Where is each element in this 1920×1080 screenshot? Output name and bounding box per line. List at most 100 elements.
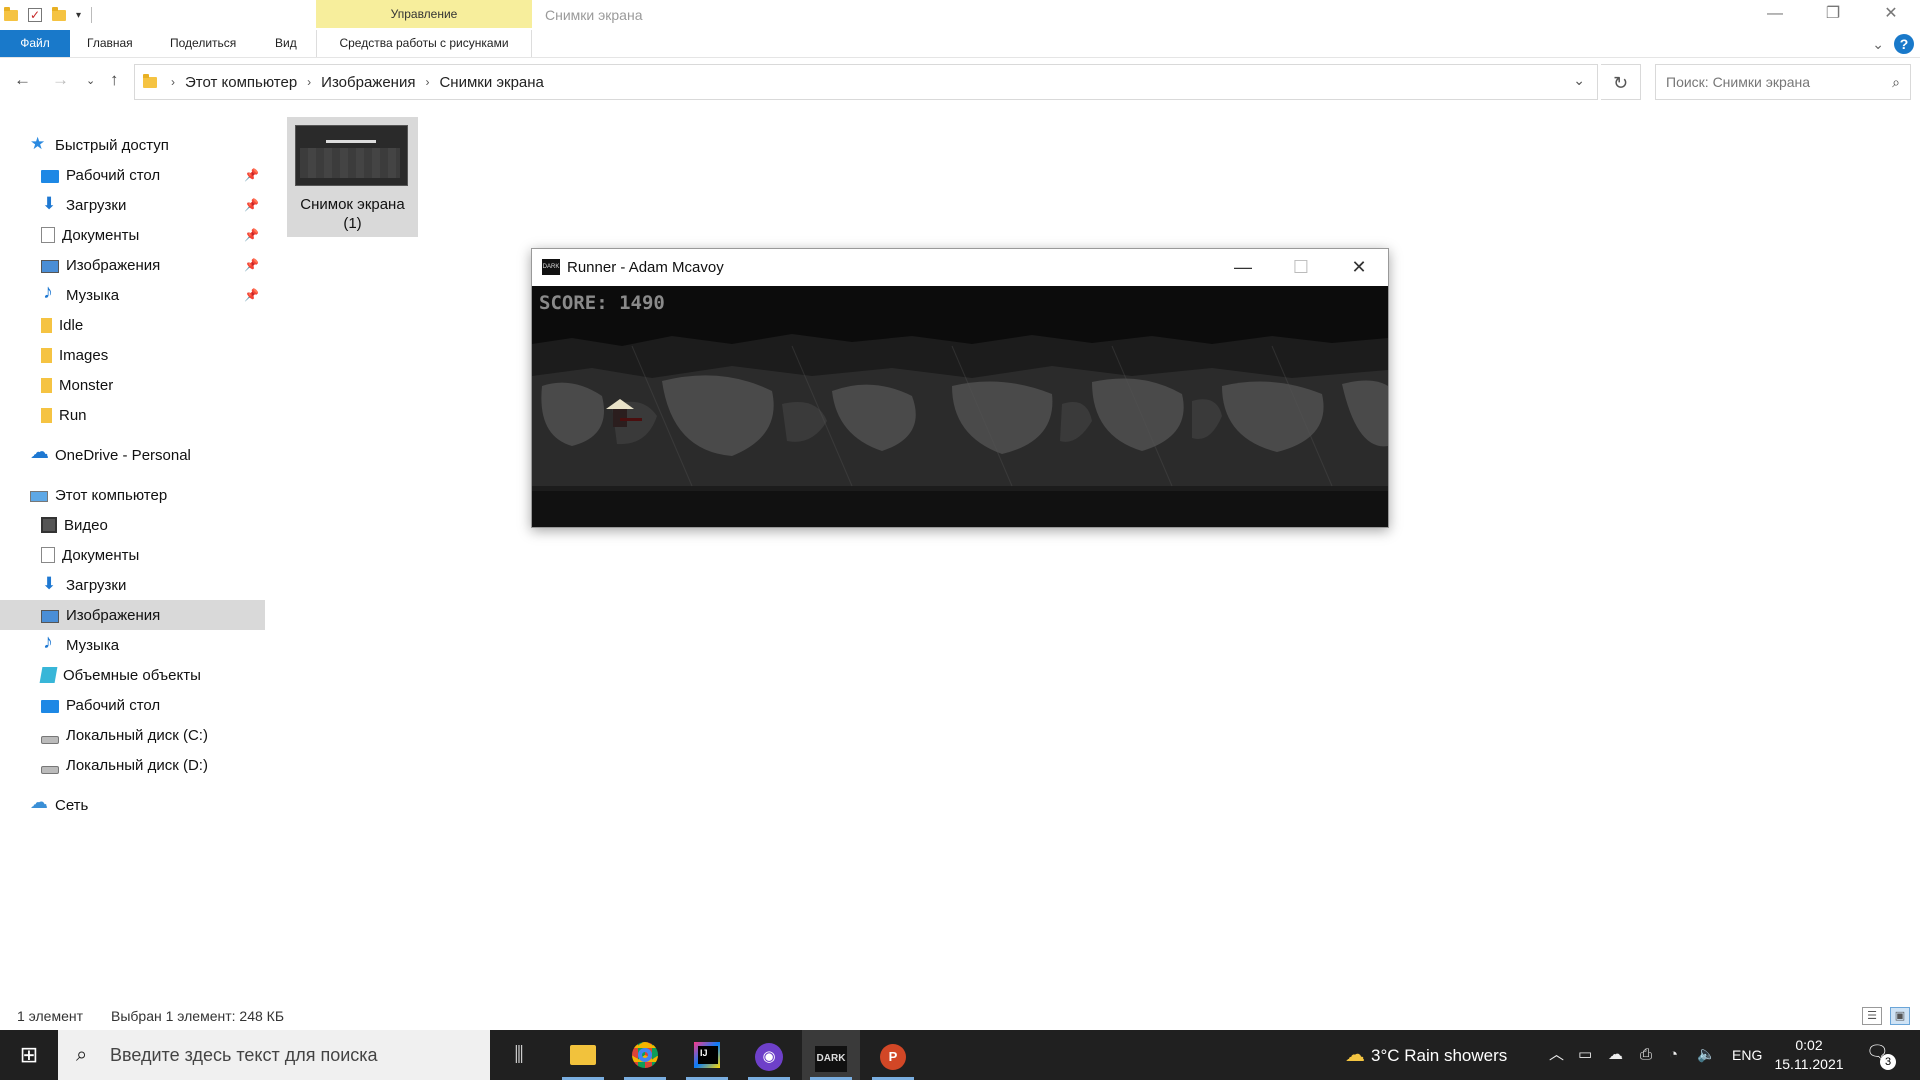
manage-contextual-tab-header[interactable]: Управление xyxy=(316,0,532,28)
restore-button[interactable]: ❐ xyxy=(1804,0,1862,30)
start-button[interactable]: ⊞ xyxy=(0,1030,58,1080)
tab-picture-tools[interactable]: Средства работы с рисунками xyxy=(316,30,532,57)
notification-center-icon[interactable]: 🗨 3 xyxy=(1866,1042,1896,1070)
language-indicator[interactable]: ENG xyxy=(1732,1030,1762,1080)
file-name-line2: (1) xyxy=(343,215,362,232)
forward-icon[interactable]: → xyxy=(52,70,69,90)
new-folder-icon[interactable] xyxy=(52,6,66,21)
game-maximize-button[interactable]: ☐ xyxy=(1272,249,1330,286)
pictures-icon xyxy=(41,259,59,273)
nav-item-pc-pictures[interactable]: Изображения xyxy=(0,600,265,630)
nav-item-pc-documents[interactable]: Документы xyxy=(0,540,265,570)
expand-ribbon-icon[interactable]: ⌄ xyxy=(1872,36,1884,53)
weather-widget[interactable]: ☁ 3°C Rain showers xyxy=(1345,1030,1507,1080)
nav-item-drive-c[interactable]: Локальный диск (C:) xyxy=(0,720,265,750)
nav-item-images[interactable]: Images xyxy=(0,340,265,370)
address-bar[interactable]: › Этот компьютер › Изображения › Снимки … xyxy=(134,64,1598,100)
close-button[interactable]: ✕ xyxy=(1862,0,1920,30)
breadcrumb-screenshots[interactable]: Снимки экрана xyxy=(439,74,543,91)
taskbar-search-box[interactable]: ⌕ Введите здесь текст для поиска xyxy=(58,1030,490,1080)
taskbar-search-placeholder: Введите здесь текст для поиска xyxy=(110,1045,378,1065)
game-ground xyxy=(532,491,1388,527)
nav-label: Этот компьютер xyxy=(55,486,168,504)
pin-icon[interactable]: 📌 xyxy=(244,228,259,242)
nav-item-music[interactable]: Музыка 📌 xyxy=(0,280,265,310)
nav-label: Изображения xyxy=(66,606,161,624)
game-close-button[interactable]: ✕ xyxy=(1330,249,1388,286)
powerpoint-taskbar-icon[interactable]: P xyxy=(864,1030,922,1080)
breadcrumb-separator-icon[interactable]: › xyxy=(307,75,311,89)
github-desktop-taskbar-icon[interactable]: ◉ xyxy=(740,1030,798,1080)
search-input[interactable]: Поиск: Снимки экрана ⌕ xyxy=(1655,64,1911,100)
nav-label: Загрузки xyxy=(66,196,127,214)
nav-item-idle[interactable]: Idle xyxy=(0,310,265,340)
large-icons-view-icon[interactable]: ▣ xyxy=(1890,1007,1910,1025)
nav-label: Локальный диск (D:) xyxy=(66,756,208,774)
tab-home[interactable]: Главная xyxy=(87,30,133,57)
folder-icon xyxy=(41,377,52,393)
breadcrumb-this-pc[interactable]: Этот компьютер xyxy=(185,74,297,91)
search-icon[interactable]: ⌕ xyxy=(1892,65,1900,99)
details-view-icon[interactable]: ☰ xyxy=(1862,1007,1882,1025)
weather-icon: ☁ xyxy=(1345,1044,1365,1066)
customize-toolbar-icon[interactable]: ▾ xyxy=(76,10,81,21)
nav-item-pc-music[interactable]: Музыка xyxy=(0,630,265,660)
nav-item-run[interactable]: Run xyxy=(0,400,265,430)
clock-time: 0:02 xyxy=(1795,1037,1823,1053)
help-icon[interactable]: ? xyxy=(1894,34,1914,54)
address-dropdown-icon[interactable]: ⌄ xyxy=(1573,72,1585,89)
tab-view[interactable]: Вид xyxy=(275,30,297,57)
file-explorer-taskbar-icon[interactable] xyxy=(554,1030,612,1080)
game-canvas[interactable]: SCORE: 1490 xyxy=(532,286,1388,527)
onedrive-tray-icon[interactable]: ☁ xyxy=(1608,1030,1623,1080)
nav-item-monster[interactable]: Monster xyxy=(0,370,265,400)
tab-share[interactable]: Поделиться xyxy=(170,30,236,57)
meet-now-icon[interactable]: ⎙ xyxy=(1640,1030,1652,1080)
nav-item-drive-d[interactable]: Локальный диск (D:) xyxy=(0,750,265,780)
pin-icon[interactable]: 📌 xyxy=(244,258,259,272)
file-thumbnail xyxy=(295,125,408,186)
battery-icon[interactable]: ▭ xyxy=(1578,1030,1592,1080)
nav-item-pc-desktop[interactable]: Рабочий стол xyxy=(0,690,265,720)
selection-info: Выбран 1 элемент: 248 КБ xyxy=(111,1008,285,1024)
clock[interactable]: 0:02 15.11.2021 xyxy=(1773,1036,1845,1074)
nav-item-pc-downloads[interactable]: Загрузки xyxy=(0,570,265,600)
breadcrumb-separator-icon[interactable]: › xyxy=(425,75,429,89)
game-title-bar[interactable]: DARK Runner - Adam Mcavoy — ☐ ✕ xyxy=(532,249,1388,286)
volume-icon[interactable]: 🔈 xyxy=(1697,1030,1716,1080)
back-icon[interactable]: ← xyxy=(14,70,31,90)
pin-icon[interactable]: 📌 xyxy=(244,168,259,182)
chrome-taskbar-icon[interactable] xyxy=(616,1030,674,1080)
nav-item-downloads[interactable]: Загрузки 📌 xyxy=(0,190,265,220)
nav-network[interactable]: Сеть xyxy=(0,790,265,820)
nav-item-desktop[interactable]: Рабочий стол 📌 xyxy=(0,160,265,190)
minimize-button[interactable]: — xyxy=(1746,0,1804,30)
nav-item-videos[interactable]: Видео xyxy=(0,510,265,540)
refresh-button[interactable]: ↻ xyxy=(1601,64,1641,100)
tab-file[interactable]: Файл xyxy=(0,30,70,57)
clock-date: 15.11.2021 xyxy=(1774,1056,1844,1072)
nav-label: Сеть xyxy=(55,796,89,814)
breadcrumb-pictures[interactable]: Изображения xyxy=(321,74,415,91)
nav-this-pc[interactable]: Этот компьютер xyxy=(0,480,265,510)
properties-icon[interactable]: ✓ xyxy=(28,8,42,22)
pin-icon[interactable]: 📌 xyxy=(244,198,259,212)
wifi-icon[interactable]: ◔ xyxy=(1669,1030,1678,1080)
nav-label: Изображения xyxy=(66,256,161,274)
nav-item-pictures[interactable]: Изображения 📌 xyxy=(0,250,265,280)
nav-label: Monster xyxy=(59,376,114,394)
nav-quick-access[interactable]: Быстрый доступ xyxy=(0,130,265,160)
nav-onedrive[interactable]: OneDrive - Personal xyxy=(0,440,265,470)
show-hidden-icons-icon[interactable]: ︿ xyxy=(1549,1030,1564,1080)
dark-game-taskbar-icon[interactable]: DARK xyxy=(802,1030,860,1080)
game-minimize-button[interactable]: — xyxy=(1214,249,1272,286)
recent-locations-icon[interactable]: ⌄ xyxy=(86,74,95,87)
nav-item-3d-objects[interactable]: Объемные объекты xyxy=(0,660,265,690)
task-view-icon[interactable]: ⫼ xyxy=(490,1030,548,1080)
star-icon xyxy=(30,134,48,154)
pin-icon[interactable]: 📌 xyxy=(244,288,259,302)
nav-item-documents[interactable]: Документы 📌 xyxy=(0,220,265,250)
up-icon[interactable]: ↑ xyxy=(110,70,119,90)
file-item-screenshot[interactable]: Снимок экрана (1) xyxy=(287,117,418,237)
intellij-taskbar-icon[interactable] xyxy=(678,1030,736,1080)
